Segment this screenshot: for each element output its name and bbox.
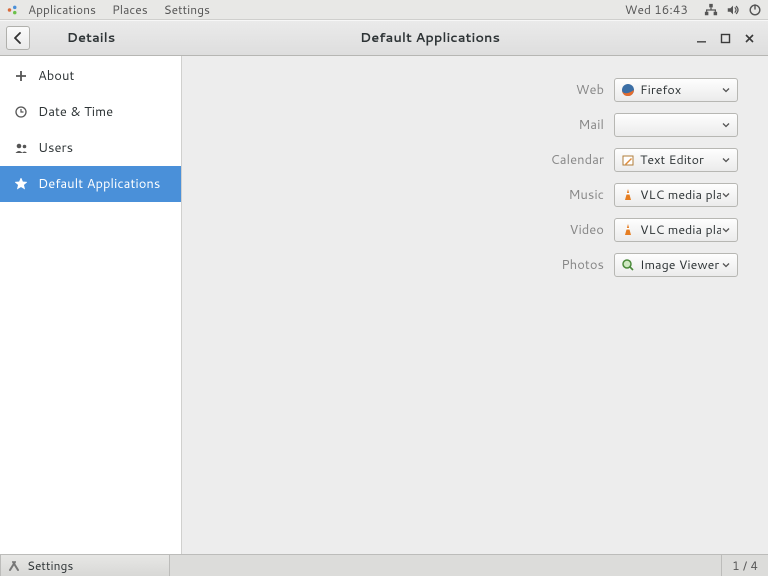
maximize-button[interactable] <box>718 31 732 45</box>
network-icon[interactable] <box>704 3 718 17</box>
content-pane: Web Firefox Mail Calendar Text Editor <box>182 56 768 554</box>
star-icon <box>14 178 28 190</box>
taskbar: Settings 1 / 4 <box>0 554 768 576</box>
taskbar-app-label: Settings <box>27 557 73 574</box>
sidebar-item-datetime[interactable]: Date & Time <box>0 94 181 130</box>
taskbar-app-settings[interactable]: Settings <box>0 555 170 576</box>
combo-web[interactable]: Firefox <box>614 78 738 102</box>
settings-window: Details Default Applications About Date … <box>0 20 768 554</box>
combo-music[interactable]: VLC media player <box>614 183 738 207</box>
gnome-topbar: Applications Places Settings Wed 16:43 <box>0 0 768 20</box>
vlc-icon <box>621 188 635 202</box>
sidebar-item-about[interactable]: About <box>0 58 181 94</box>
chevron-down-icon <box>721 121 731 129</box>
combo-value: VLC media player <box>640 221 721 239</box>
chevron-down-icon <box>721 156 731 164</box>
image-viewer-icon <box>621 258 635 272</box>
label-video: Video <box>212 221 604 239</box>
chevron-down-icon <box>721 86 731 94</box>
chevron-down-icon <box>721 261 731 269</box>
combo-calendar[interactable]: Text Editor <box>614 148 738 172</box>
sidebar-item-label: About <box>38 67 74 85</box>
combo-mail[interactable] <box>614 113 738 137</box>
clock-icon <box>14 106 28 118</box>
sidebar-item-users[interactable]: Users <box>0 130 181 166</box>
label-mail: Mail <box>212 116 604 134</box>
vlc-icon <box>621 223 635 237</box>
combo-value: Firefox <box>640 81 721 99</box>
menu-settings[interactable]: Settings <box>156 1 218 18</box>
combo-photos[interactable]: Image Viewer <box>614 253 738 277</box>
label-web: Web <box>212 81 604 99</box>
chevron-down-icon <box>721 191 731 199</box>
volume-icon[interactable] <box>726 3 740 17</box>
sidebar-item-label: Users <box>38 139 73 157</box>
combo-value: Image Viewer <box>640 256 721 274</box>
page-title: Default Applications <box>182 29 678 47</box>
label-music: Music <box>212 186 604 204</box>
label-calendar: Calendar <box>212 151 604 169</box>
clock[interactable]: Wed 16:43 <box>615 1 698 18</box>
sidebar: About Date & Time Users Default Applicat… <box>0 56 182 554</box>
combo-video[interactable]: VLC media player <box>614 218 738 242</box>
workspace-pager[interactable]: 1 / 4 <box>721 555 768 576</box>
users-icon <box>14 142 28 154</box>
chevron-down-icon <box>721 226 731 234</box>
plus-icon <box>14 70 28 82</box>
combo-value: VLC media player <box>640 186 721 204</box>
text-editor-icon <box>621 153 635 167</box>
headerbar: Details Default Applications <box>0 20 768 56</box>
menu-places[interactable]: Places <box>104 1 156 18</box>
activities-icon <box>6 3 20 17</box>
label-photos: Photos <box>212 256 604 274</box>
sidebar-item-label: Default Applications <box>38 175 160 193</box>
combo-value: Text Editor <box>640 151 721 169</box>
settings-app-icon <box>7 559 21 573</box>
back-button[interactable] <box>6 26 30 50</box>
sidebar-item-label: Date & Time <box>38 103 113 121</box>
sidebar-item-default-applications[interactable]: Default Applications <box>0 166 181 202</box>
close-button[interactable] <box>742 31 756 45</box>
default-apps-form: Web Firefox Mail Calendar Text Editor <box>212 78 738 277</box>
firefox-icon <box>621 83 635 97</box>
power-icon[interactable] <box>748 3 762 17</box>
chevron-left-icon <box>12 32 24 44</box>
minimize-button[interactable] <box>694 31 708 45</box>
menu-applications[interactable]: Applications <box>20 1 104 18</box>
